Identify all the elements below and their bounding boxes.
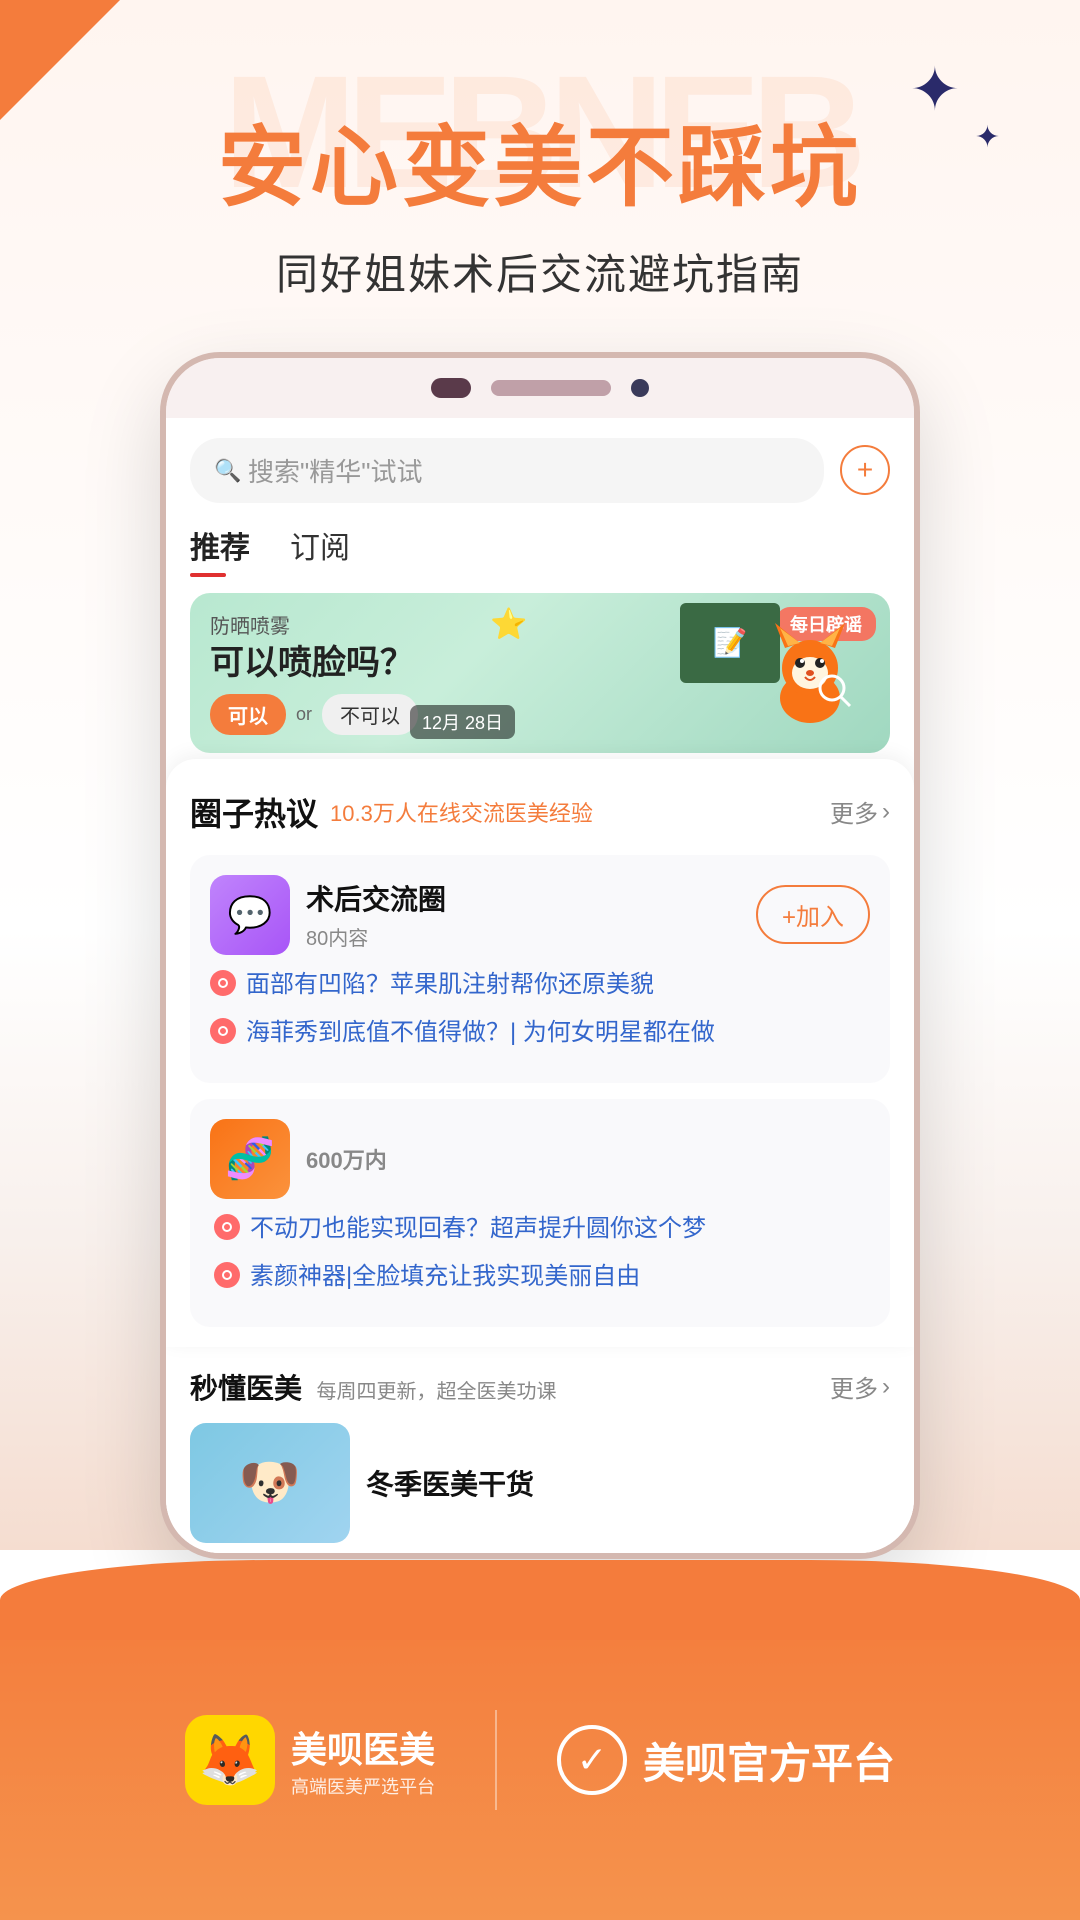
miemed-title-group: 秒懂医美 每周四更新，超全医美功课 xyxy=(190,1367,556,1407)
camera-pill xyxy=(431,378,471,398)
phone-mockup: 🔍 搜索"精华"试试 + 推荐 订阅 防晒喷雾 可以喷脸吗？ xyxy=(160,352,920,1559)
circle-section-title: 圈子热议 xyxy=(190,789,318,835)
miemed-thumbnail: 🐶 xyxy=(190,1423,350,1543)
circle-section: 圈子热议 10.3万人在线交流医美经验 更多 › 💬 xyxy=(166,759,914,1347)
circle-group-2-name: 600万内 xyxy=(306,1143,387,1175)
circle-title-group: 圈子热议 10.3万人在线交流医美经验 xyxy=(190,789,593,835)
tab-active-indicator xyxy=(190,573,226,577)
banner-yes-button[interactable]: 可以 xyxy=(210,694,286,735)
circle-group-1-join-button[interactable]: +加入 xyxy=(756,885,870,944)
page-subtitle: 同好姐妹术后交流避坑指南 xyxy=(0,241,1080,302)
star-decoration-large: ✦ xyxy=(910,60,960,120)
circle-section-header: 圈子热议 10.3万人在线交流医美经验 更多 › xyxy=(190,789,890,835)
bottom-wave xyxy=(0,1560,1080,1640)
circle-section-subtitle: 10.3万人在线交流医美经验 xyxy=(330,796,593,828)
miemed-card-title: 冬季医美干货 xyxy=(366,1463,534,1503)
post-item-3[interactable]: 不动刀也能实现回春？超声提升圆你这个梦 xyxy=(210,1211,870,1247)
banner-or-text: or xyxy=(296,704,312,725)
logo-area: 🦊 美呗医美 高端医美严选平台 xyxy=(185,1715,435,1805)
tab-recommended[interactable]: 推荐 xyxy=(190,523,250,577)
verified-text: 美呗官方平台 xyxy=(643,1730,895,1791)
speaker-grille xyxy=(491,380,611,396)
circle-group-2: 🧬 600万内 不动刀也能实现回春？超声提升圆你这个梦 xyxy=(190,1099,890,1327)
banner-no-button[interactable]: 不可以 xyxy=(322,694,418,735)
post-lock-icon-2 xyxy=(210,1018,236,1044)
tab-subscribe[interactable]: 订阅 xyxy=(290,523,350,577)
phone-notch xyxy=(166,358,914,418)
circle-group-1-header: 💬 术后交流圈 80内容 +加入 xyxy=(210,875,870,955)
circle-group-1-info: 术后交流圈 80内容 xyxy=(306,878,446,951)
post-lock-inner-4 xyxy=(222,1270,232,1280)
banner-date-badge: 12月 28日 xyxy=(410,705,515,739)
circle-group-1: 💬 术后交流圈 80内容 +加入 xyxy=(190,855,890,1083)
post-item-4[interactable]: 素颜神器|全脸填充让我实现美丽自由 xyxy=(210,1259,870,1295)
fox-character xyxy=(750,613,880,753)
search-input[interactable]: 搜索"精华"试试 xyxy=(248,452,422,489)
search-bar-area: 🔍 搜索"精华"试试 + xyxy=(166,418,914,513)
circle-group-1-name: 术后交流圈 xyxy=(306,878,446,918)
post-lock-inner-2 xyxy=(218,1026,228,1036)
miemed-section: 秒懂医美 每周四更新，超全医美功课 更多 › 🐶 冬季医美干货 xyxy=(166,1347,914,1553)
miemed-card[interactable]: 🐶 冬季医美干货 xyxy=(190,1423,890,1543)
footer-divider xyxy=(495,1710,497,1810)
circle-group-2-icon: 🧬 xyxy=(210,1119,290,1199)
search-icon: 🔍 xyxy=(214,458,238,482)
miemed-more-button[interactable]: 更多 › xyxy=(830,1369,890,1404)
verified-area: ✓ 美呗官方平台 xyxy=(557,1725,895,1795)
post-lock-icon-1 xyxy=(210,970,236,996)
post-lock-icon-3 xyxy=(214,1214,240,1240)
circle-group-2-header: 🧬 600万内 xyxy=(210,1119,870,1199)
footer-section: 🦊 美呗医美 高端医美严选平台 ✓ 美呗官方平台 xyxy=(0,1600,1080,1920)
verified-check-icon: ✓ xyxy=(557,1725,627,1795)
post-text-1[interactable]: 面部有凹陷？苹果肌注射帮你还原美貌 xyxy=(246,967,870,1003)
tabs-area: 推荐 订阅 xyxy=(166,513,914,577)
post-item-1[interactable]: 面部有凹陷？苹果肌注射帮你还原美貌 xyxy=(210,967,870,1003)
corner-decoration xyxy=(0,0,120,120)
banner-star-icon: ⭐ xyxy=(490,607,527,642)
app-logo-icon: 🦊 xyxy=(185,1715,275,1805)
post-lock-inner-3 xyxy=(222,1222,232,1232)
miemed-subtitle: 每周四更新，超全医美功课 xyxy=(316,1381,556,1403)
miemed-title: 秒懂医美 xyxy=(190,1373,302,1404)
circle-group-2-info: 600万内 xyxy=(306,1143,387,1175)
camera-dot xyxy=(631,379,649,397)
app-logo-tagline: 高端医美严选平台 xyxy=(291,1773,435,1799)
post-text-3[interactable]: 不动刀也能实现回春？超声提升圆你这个梦 xyxy=(250,1211,870,1247)
circle-group-1-left: 💬 术后交流圈 80内容 xyxy=(210,875,446,955)
post-lock-inner-1 xyxy=(218,978,228,988)
circle-more-button[interactable]: 更多 › xyxy=(830,794,890,829)
star-decoration-small: ✦ xyxy=(975,120,1000,155)
banner-area[interactable]: 防晒喷雾 可以喷脸吗？ 可以 or 不可以 ⭐ 12月 28日 每日辟谣 📝 xyxy=(190,593,890,753)
page-title: 安心变美不踩坑 xyxy=(0,120,1080,217)
post-text-2[interactable]: 海菲秀到底值不值得做？| 为何女明星都在做 xyxy=(246,1015,870,1051)
app-logo-text: 美呗医美 xyxy=(291,1721,435,1773)
circle-group-1-icon: 💬 xyxy=(210,875,290,955)
search-input-wrap[interactable]: 🔍 搜索"精华"试试 xyxy=(190,438,824,503)
post-item-2[interactable]: 海菲秀到底值不值得做？| 为何女明星都在做 xyxy=(210,1015,870,1051)
miemed-header: 秒懂医美 每周四更新，超全医美功课 更多 › xyxy=(190,1367,890,1407)
circle-group-1-count: 80内容 xyxy=(306,922,446,951)
search-plus-button[interactable]: + xyxy=(840,445,890,495)
post-text-4[interactable]: 素颜神器|全脸填充让我实现美丽自由 xyxy=(250,1259,870,1295)
post-lock-icon-4 xyxy=(214,1262,240,1288)
circle-group-2-left: 🧬 600万内 xyxy=(210,1119,387,1199)
